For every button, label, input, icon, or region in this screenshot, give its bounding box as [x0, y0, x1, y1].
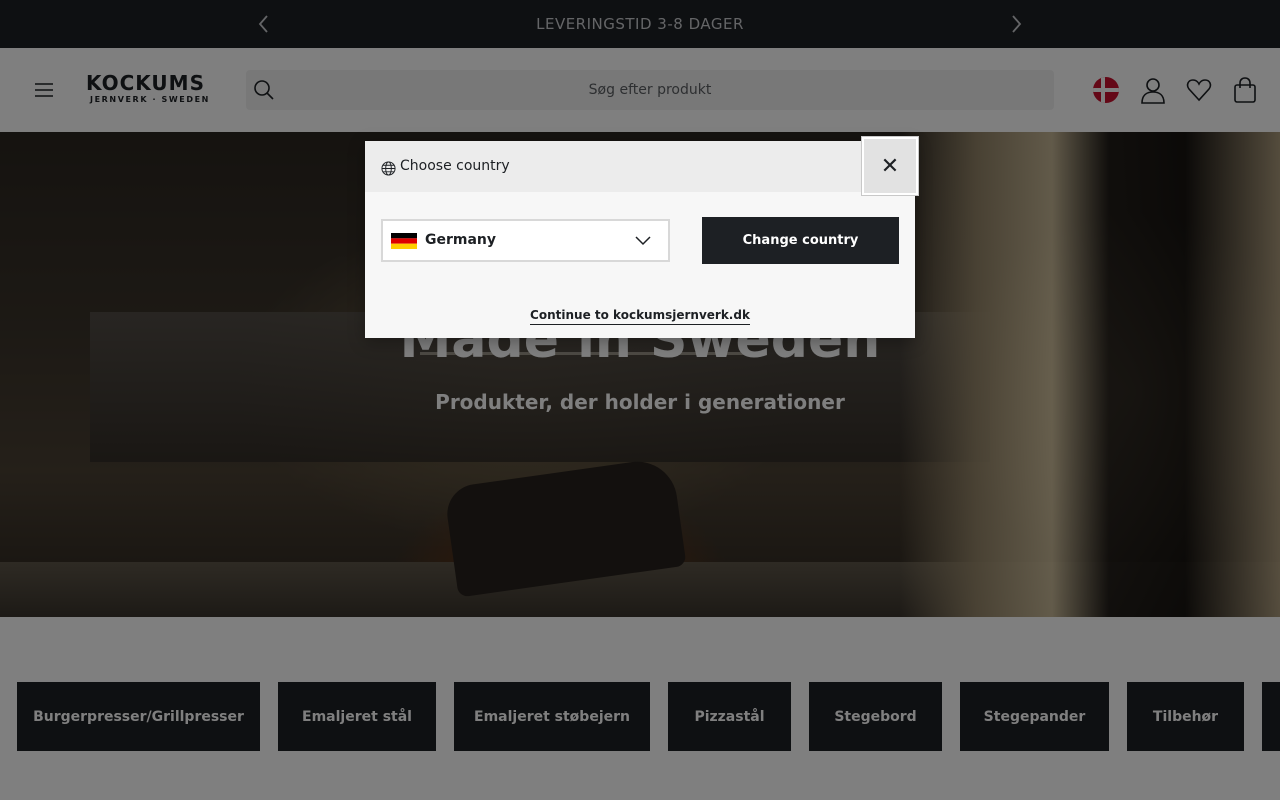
- germany-flag-icon: [391, 233, 417, 249]
- globe-icon: [381, 161, 396, 176]
- chevron-down-icon: [634, 233, 652, 249]
- modal-title: Choose country: [400, 158, 510, 174]
- close-icon: ✕: [880, 153, 900, 179]
- country-select-value: Germany: [425, 232, 497, 248]
- country-select[interactable]: Germany: [381, 219, 670, 262]
- change-country-button[interactable]: Change country: [702, 217, 899, 264]
- modal-overlay[interactable]: [0, 0, 1280, 800]
- continue-link[interactable]: Continue to kockumsjernverk.dk: [530, 308, 750, 325]
- continue-link-container: Continue to kockumsjernverk.dk: [365, 304, 915, 325]
- close-button[interactable]: ✕: [861, 136, 919, 196]
- country-modal: Choose country ✕ Germany Change country …: [365, 136, 919, 338]
- modal-header: Choose country: [365, 141, 915, 192]
